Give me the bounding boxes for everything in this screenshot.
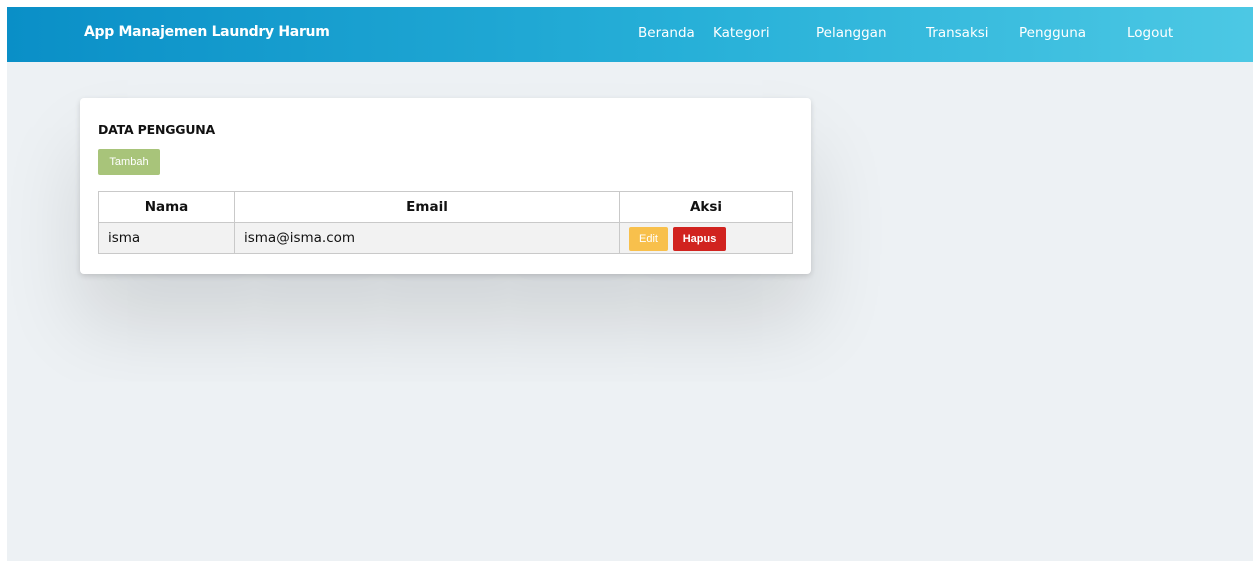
- cell-email: isma@isma.com: [234, 222, 620, 254]
- user-data-card: DATA PENGGUNA Tambah Nama Email Aksi ism…: [80, 98, 811, 274]
- nav-item-kategori[interactable]: Kategori: [713, 25, 770, 41]
- app-brand[interactable]: App Manajemen Laundry Harum: [84, 24, 330, 40]
- users-table: Nama Email Aksi isma isma@isma.com Edit …: [98, 191, 793, 254]
- top-navbar: App Manajemen Laundry Harum Beranda Kate…: [7, 7, 1253, 62]
- edit-button[interactable]: Edit: [629, 227, 668, 251]
- delete-button[interactable]: Hapus: [673, 227, 726, 251]
- app-frame: App Manajemen Laundry Harum Beranda Kate…: [7, 7, 1253, 561]
- card-title: DATA PENGGUNA: [98, 122, 216, 137]
- column-header-nama: Nama: [98, 191, 235, 223]
- cell-name: isma: [98, 222, 235, 254]
- column-header-email: Email: [234, 191, 620, 223]
- nav-item-pelanggan[interactable]: Pelanggan: [816, 25, 887, 41]
- nav-item-transaksi[interactable]: Transaksi: [926, 25, 989, 41]
- column-header-aksi: Aksi: [619, 191, 793, 223]
- nav-item-logout[interactable]: Logout: [1127, 25, 1173, 41]
- table-row: isma isma@isma.com Edit Hapus: [98, 222, 793, 254]
- cell-actions: Edit Hapus: [619, 222, 793, 254]
- nav-item-pengguna[interactable]: Pengguna: [1019, 25, 1086, 41]
- table-header-row: Nama Email Aksi: [98, 191, 793, 223]
- add-user-button[interactable]: Tambah: [98, 149, 160, 175]
- nav-item-beranda[interactable]: Beranda: [638, 25, 695, 41]
